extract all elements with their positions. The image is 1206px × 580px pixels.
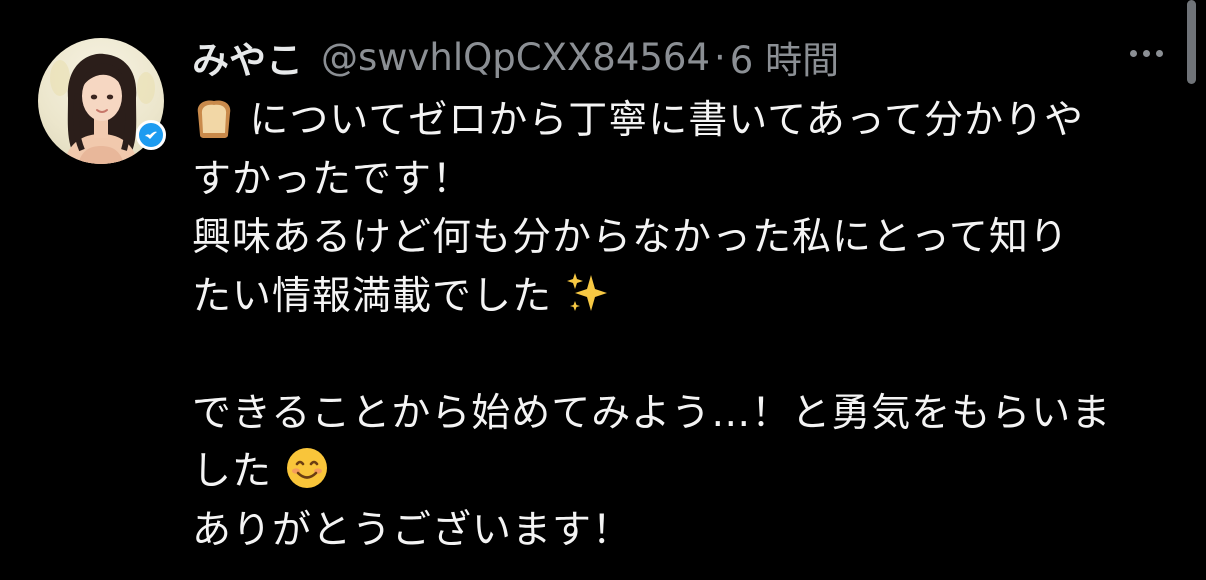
separator-dot: ·: [714, 35, 726, 79]
scrollbar-thumb[interactable]: [1187, 0, 1196, 84]
tweet-card[interactable]: みやこ @swvhlQpCXX84564 · 6 時間 についてゼロから丁寧に書…: [0, 0, 1206, 580]
tweet-header: みやこ @swvhlQpCXX84564 · 6 時間: [192, 30, 839, 84]
timestamp[interactable]: 6 時間: [730, 30, 839, 84]
tweet-text-line-4: たい情報満載でした: [192, 273, 553, 319]
bread-emoji: [192, 97, 236, 157]
tweet-body: についてゼロから丁寧に書いてあって分かりや すかったです！ 興味あるけど何も分か…: [192, 92, 1172, 560]
verified-badge-icon: [136, 120, 166, 150]
tweet-text-line-5: できることから始めてみよう…！と勇気をもらいま: [192, 390, 1112, 436]
user-handle[interactable]: @swvhlQpCXX84564: [321, 36, 710, 79]
tweet-line-2: すかったです！: [192, 151, 1172, 210]
tweet-line-5: できることから始めてみよう…！と勇気をもらいま: [192, 385, 1172, 444]
tweet-line-1: についてゼロから丁寧に書いてあって分かりや: [192, 92, 1172, 151]
tweet-line-4: たい情報満載でした: [192, 268, 1172, 327]
tweet-line-6: した: [192, 443, 1172, 502]
more-options-icon[interactable]: [1130, 50, 1163, 57]
tweet-text-line-3: 興味あるけど何も分からなかった私にとって知り: [192, 215, 1069, 260]
tweet-text-line-1: についてゼロから丁寧に書いてあって分かりや: [249, 98, 1084, 143]
smiling-face-emoji: [285, 446, 329, 508]
tweet-line-3: 興味あるけど何も分からなかった私にとって知り: [192, 209, 1172, 268]
tweet-text-line-7: ありがとうございます！: [192, 507, 633, 553]
tweet-text-line-2: すかったです！: [192, 156, 473, 202]
tweet-text-line-6: した: [192, 449, 273, 494]
tweet-line-7: ありがとうございます！: [192, 502, 1172, 561]
sparkles-emoji: [565, 271, 611, 333]
display-name[interactable]: みやこ: [192, 30, 303, 84]
